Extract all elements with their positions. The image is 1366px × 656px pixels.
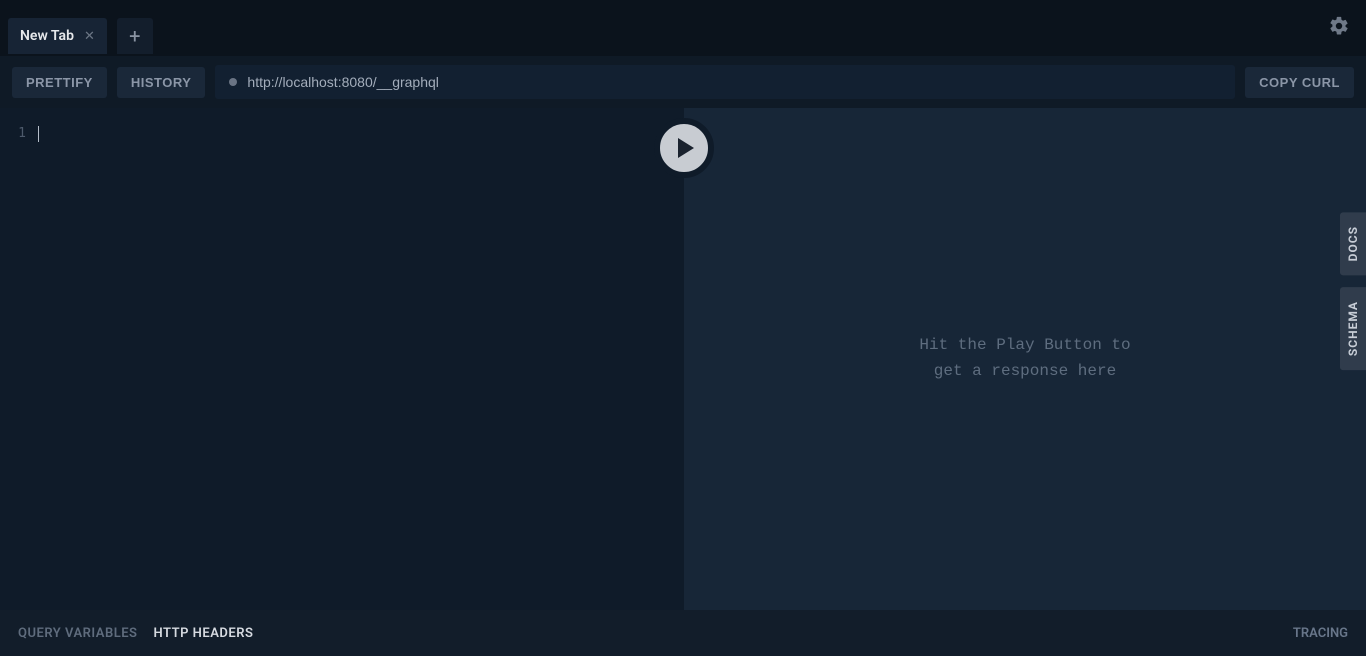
footer-bar: QUERY VARIABLES HTTP HEADERS TRACING: [0, 610, 1366, 656]
tab-active[interactable]: New Tab ✕: [8, 18, 107, 54]
settings-button[interactable]: [1320, 7, 1358, 49]
play-button[interactable]: [654, 118, 714, 178]
main-area: 1 Hit the Play Button to get a response …: [0, 108, 1366, 610]
endpoint-bar[interactable]: [215, 65, 1235, 99]
play-icon: [678, 138, 694, 158]
tracing-tab[interactable]: TRACING: [1293, 626, 1348, 641]
toolbar: PRETTIFY HISTORY COPY CURL: [0, 60, 1366, 104]
line-number: 1: [0, 126, 26, 141]
plus-icon: +: [129, 24, 140, 48]
top-bar: New Tab ✕ +: [0, 0, 1366, 56]
gear-icon: [1328, 15, 1350, 37]
docs-tab[interactable]: DOCS: [1340, 212, 1366, 275]
side-tabs: DOCS SCHEMA: [1340, 212, 1366, 370]
query-variables-tab[interactable]: QUERY VARIABLES: [18, 626, 138, 641]
copy-curl-button[interactable]: COPY CURL: [1245, 67, 1354, 98]
status-dot-icon: [229, 78, 237, 86]
tab-label: New Tab: [20, 28, 74, 44]
response-placeholder: Hit the Play Button to get a response he…: [919, 333, 1130, 384]
cursor-icon: [38, 126, 39, 142]
history-button[interactable]: HISTORY: [117, 67, 206, 98]
schema-tab[interactable]: SCHEMA: [1340, 287, 1366, 370]
add-tab-button[interactable]: +: [117, 18, 153, 54]
line-gutter: 1: [0, 108, 34, 610]
response-panel: Hit the Play Button to get a response he…: [684, 108, 1366, 610]
close-icon[interactable]: ✕: [84, 29, 95, 44]
http-headers-tab[interactable]: HTTP HEADERS: [154, 626, 254, 641]
endpoint-input[interactable]: [247, 74, 1221, 90]
tab-strip: New Tab ✕ +: [8, 0, 153, 56]
query-editor[interactable]: 1: [0, 108, 684, 610]
editor-body[interactable]: [34, 108, 684, 610]
prettify-button[interactable]: PRETTIFY: [12, 67, 107, 98]
